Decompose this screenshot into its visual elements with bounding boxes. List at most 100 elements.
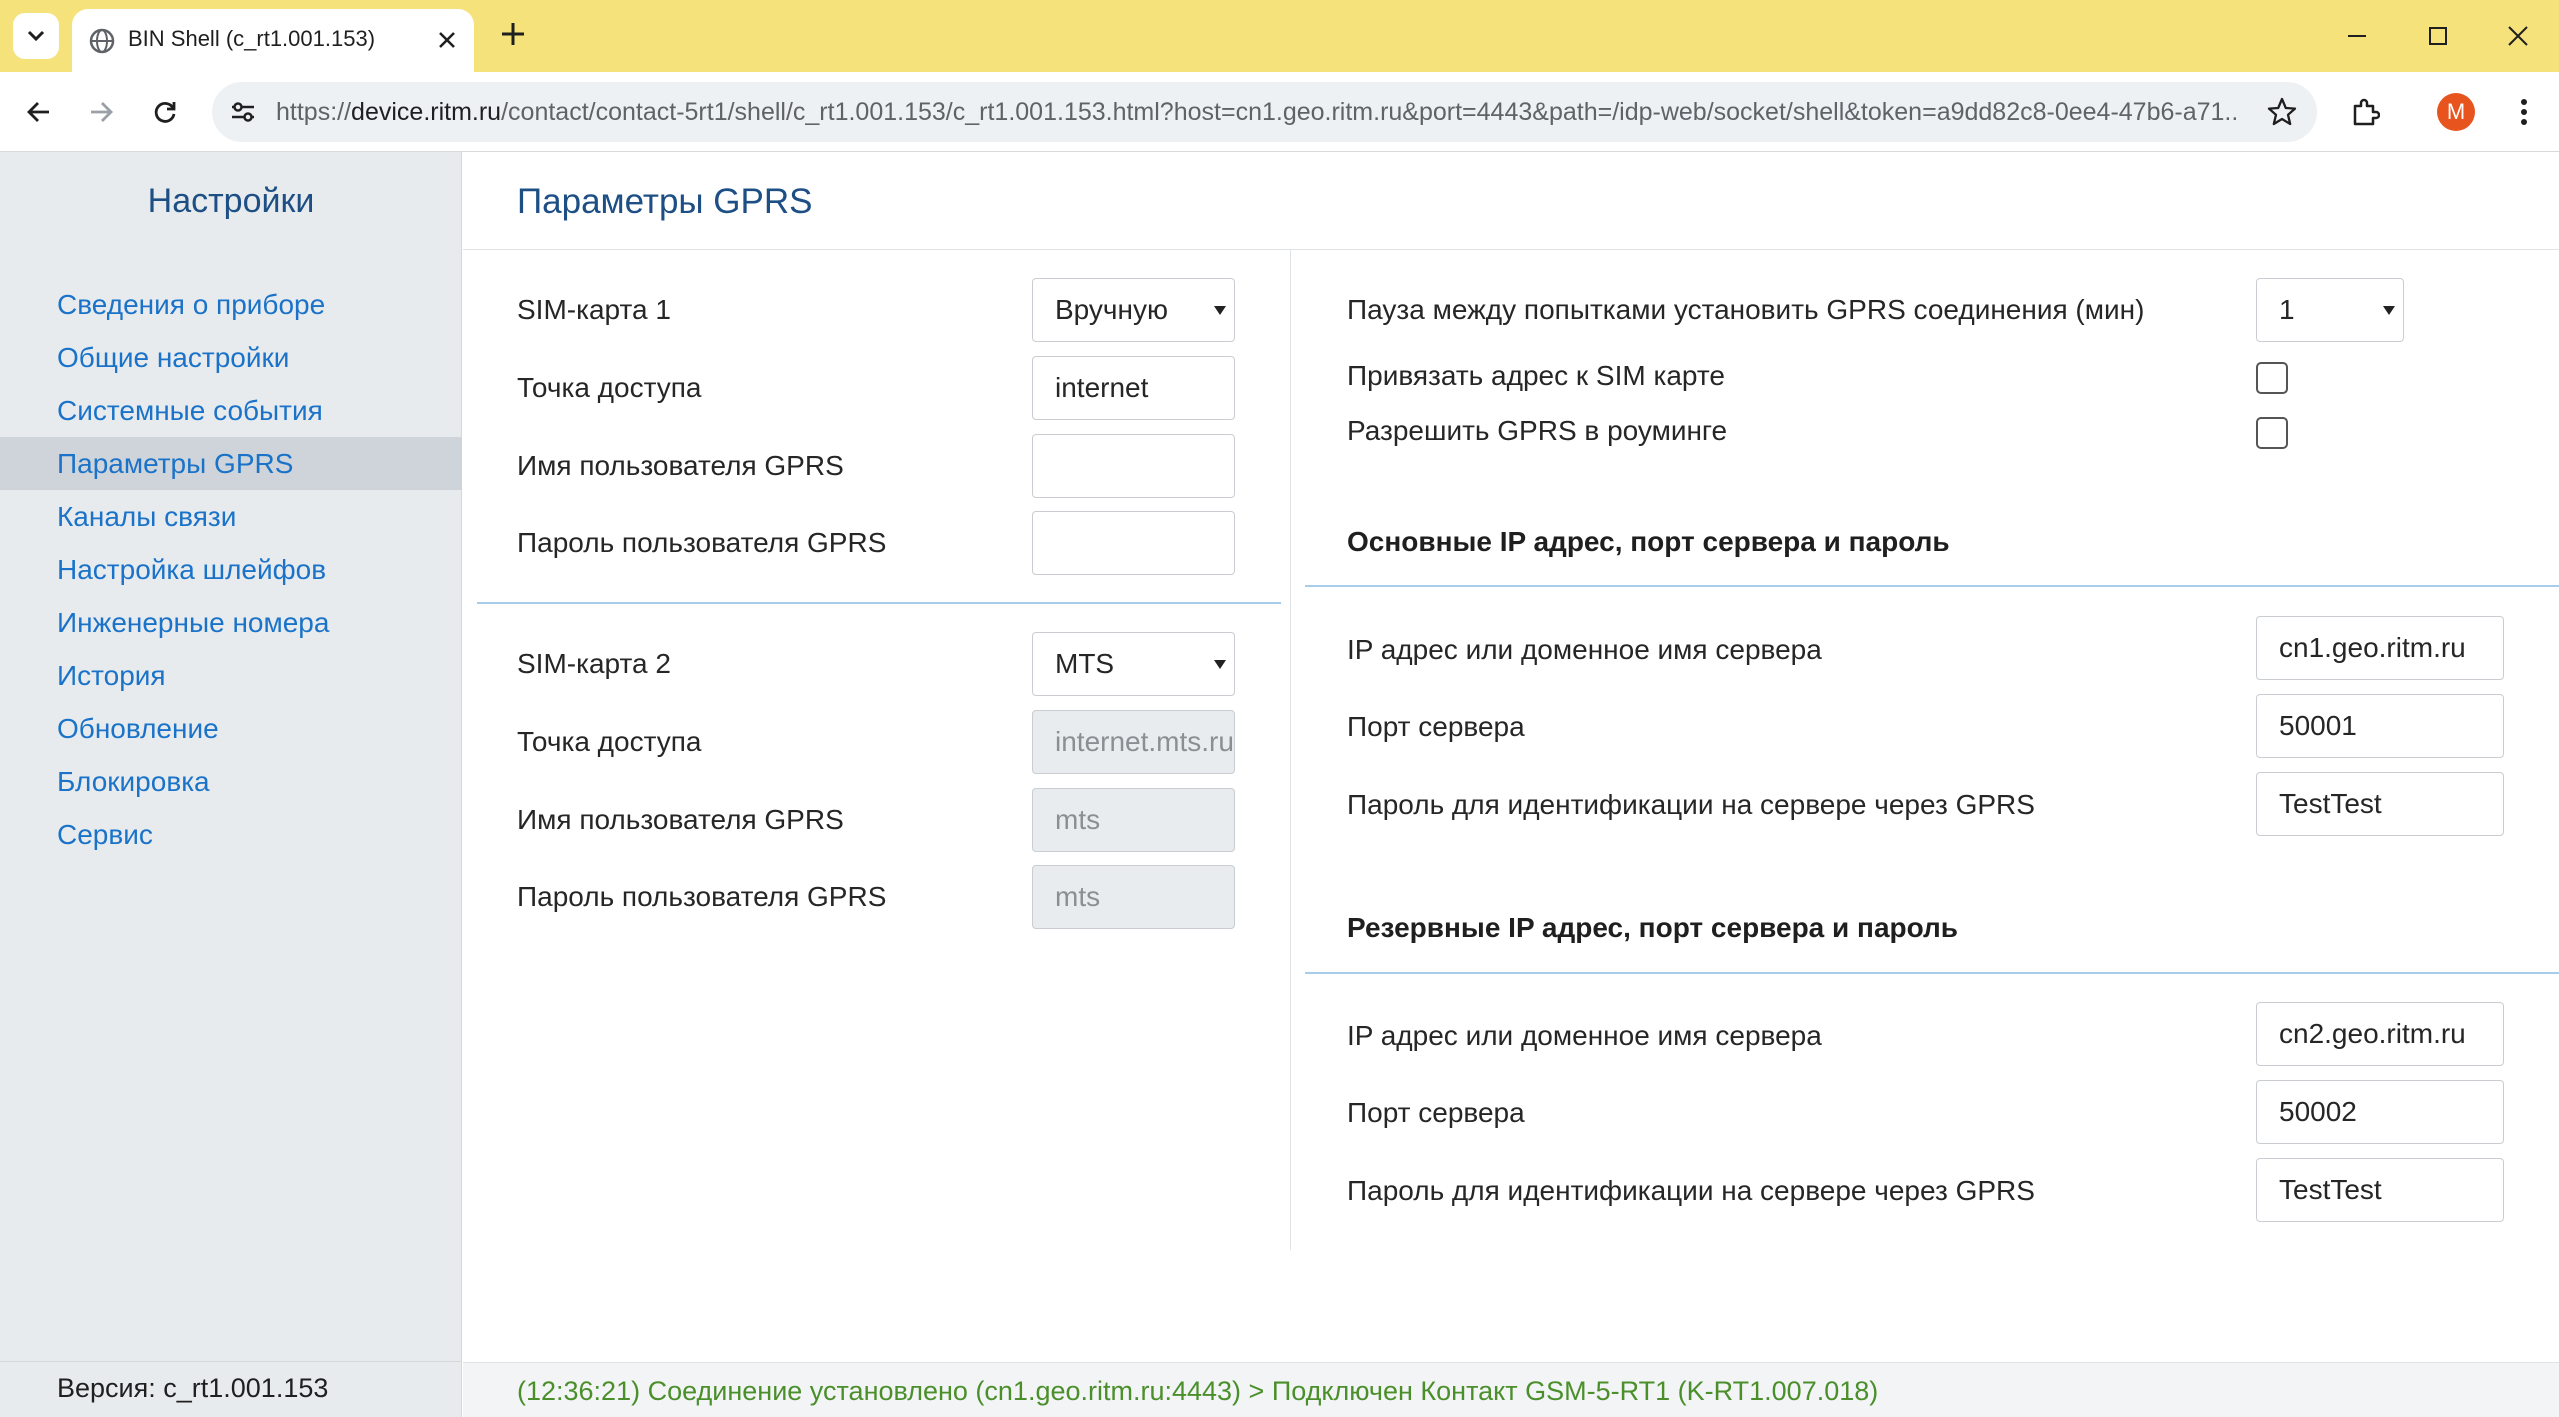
site-info-button[interactable] bbox=[226, 95, 260, 129]
backup-ip-label: IP адрес или доменное имя сервера bbox=[1347, 1020, 1822, 1051]
primary-ip-input[interactable]: cn1.geo.ritm.ru bbox=[2256, 616, 2504, 680]
sidebar-title: Настройки bbox=[147, 182, 315, 220]
roaming-label: Разрешить GPRS в роуминге bbox=[1347, 415, 1728, 446]
primary-server-heading: Основные IP адрес, порт сервера и пароль bbox=[1347, 526, 1950, 557]
sim1-select-value: Вручную bbox=[1055, 294, 1168, 325]
primary-pass-input[interactable]: TestTest bbox=[2256, 772, 2504, 836]
sim1-select[interactable]: Вручную bbox=[1032, 278, 1235, 342]
reload-button[interactable] bbox=[143, 90, 187, 134]
tab-title: BIN Shell (c_rt1.001.153) bbox=[128, 26, 376, 51]
browser-tab[interactable]: BIN Shell (c_rt1.001.153) bbox=[72, 9, 474, 72]
sim2-user-label: Имя пользователя GPRS bbox=[517, 804, 844, 835]
sidebar-divider bbox=[0, 1361, 462, 1362]
sim2-pass-label: Пароль пользователя GPRS bbox=[517, 881, 887, 912]
reload-icon bbox=[154, 102, 176, 123]
profile-avatar[interactable]: M bbox=[2437, 93, 2475, 131]
status-bar: (12:36:21) Соединение установлено (cn1.g… bbox=[463, 1362, 2559, 1417]
bind-sim-label: Привязать адрес к SIM карте bbox=[1347, 360, 1725, 391]
sidebar-item-general[interactable]: Общие настройки bbox=[0, 331, 462, 384]
backup-pass-label: Пароль для идентификации на сервере чере… bbox=[1347, 1175, 2035, 1206]
primary-pass-label: Пароль для идентификации на сервере чере… bbox=[1347, 789, 2035, 820]
backup-port-label: Порт сервера bbox=[1347, 1097, 1525, 1128]
close-window-button[interactable] bbox=[2500, 18, 2536, 54]
sim2-select[interactable]: MTS bbox=[1032, 632, 1235, 696]
arrow-right-icon bbox=[91, 102, 113, 122]
browser-tab-strip: BIN Shell (c_rt1.001.153) bbox=[0, 0, 2559, 72]
extensions-button[interactable] bbox=[2343, 90, 2387, 134]
title-divider bbox=[463, 249, 2559, 250]
sim-divider bbox=[477, 602, 1281, 604]
sim1-user-input[interactable] bbox=[1032, 434, 1235, 498]
more-vertical-icon bbox=[2521, 99, 2527, 125]
url-path: /contact/contact-5rt1/shell/c_rt1.001.15… bbox=[501, 98, 2236, 126]
maximize-button[interactable] bbox=[2420, 18, 2456, 54]
sim2-select-value: MTS bbox=[1055, 648, 1115, 679]
backup-ip-input[interactable]: cn2.geo.ritm.ru bbox=[2256, 1002, 2504, 1066]
browser-toolbar: https://device.ritm.ru/contact/contact-5… bbox=[0, 72, 2559, 152]
close-icon bbox=[2508, 26, 2528, 46]
sidebar-item-service[interactable]: Сервис bbox=[0, 808, 462, 861]
new-tab-plus-icon[interactable] bbox=[497, 18, 529, 50]
caret-down-icon bbox=[2383, 306, 2395, 315]
page-title: Параметры GPRS bbox=[517, 182, 813, 221]
sidebar-item-engineer-numbers[interactable]: Инженерные номера bbox=[0, 596, 462, 649]
sidebar-item-update[interactable]: Обновление bbox=[0, 702, 462, 755]
tab-search-button[interactable] bbox=[13, 13, 59, 59]
address-bar[interactable]: https://device.ritm.ru/contact/contact-5… bbox=[212, 82, 2317, 142]
sim2-label: SIM-карта 2 bbox=[517, 648, 671, 679]
primary-divider bbox=[1305, 585, 2559, 587]
backup-port-input[interactable]: 50002 bbox=[2256, 1080, 2504, 1144]
bookmark-star-icon[interactable] bbox=[2265, 95, 2299, 129]
browser-menu-button[interactable] bbox=[2506, 90, 2542, 134]
sidebar-item-channels[interactable]: Каналы связи bbox=[0, 490, 462, 543]
primary-ip-label: IP адрес или доменное имя сервера bbox=[1347, 634, 1822, 665]
sim2-apn-label: Точка доступа bbox=[517, 726, 702, 757]
sidebar-item-lock[interactable]: Блокировка bbox=[0, 755, 462, 808]
url-text[interactable]: https://device.ritm.ru/contact/contact-5… bbox=[276, 98, 2236, 127]
minimize-icon bbox=[2348, 35, 2366, 37]
backup-pass-input[interactable]: TestTest bbox=[2256, 1158, 2504, 1222]
roaming-checkbox[interactable] bbox=[2256, 417, 2288, 449]
tune-icon bbox=[232, 102, 254, 122]
arrow-left-icon bbox=[27, 102, 49, 122]
maximize-icon bbox=[2429, 27, 2447, 45]
primary-port-label: Порт сервера bbox=[1347, 711, 1525, 742]
minimize-button[interactable] bbox=[2339, 18, 2375, 54]
backup-divider bbox=[1305, 972, 2559, 974]
sim1-apn-input[interactable]: internet bbox=[1032, 356, 1235, 420]
sidebar-item-loops[interactable]: Настройка шлейфов bbox=[0, 543, 462, 596]
caret-down-icon bbox=[1214, 660, 1226, 669]
puzzle-icon bbox=[2353, 98, 2380, 126]
tab-close-button[interactable] bbox=[432, 25, 462, 55]
sim1-user-label: Имя пользователя GPRS bbox=[517, 450, 844, 481]
caret-down-icon bbox=[1214, 306, 1226, 315]
forward-button[interactable] bbox=[79, 90, 123, 134]
globe-icon bbox=[89, 28, 115, 54]
close-icon bbox=[439, 32, 455, 48]
primary-port-input[interactable]: 50001 bbox=[2256, 694, 2504, 758]
url-prefix: https:// bbox=[276, 98, 352, 126]
column-divider bbox=[1290, 250, 1291, 1250]
sidebar-item-gprs[interactable]: Параметры GPRS bbox=[0, 437, 462, 490]
sim2-apn-input[interactable]: internet.mts.ru bbox=[1032, 710, 1235, 774]
sidebar-item-history[interactable]: История bbox=[0, 649, 462, 702]
sim2-pass-input[interactable]: mts bbox=[1032, 865, 1235, 929]
pause-select[interactable]: 1 bbox=[2256, 278, 2404, 342]
url-host: device.ritm.ru bbox=[351, 98, 502, 126]
sim2-user-input[interactable]: mts bbox=[1032, 788, 1235, 852]
sidebar-item-system-events[interactable]: Системные события bbox=[0, 384, 462, 437]
pause-select-value: 1 bbox=[2279, 294, 2295, 325]
sim1-label: SIM-карта 1 bbox=[517, 294, 671, 325]
chevron-down-icon bbox=[27, 30, 45, 42]
sim1-pass-label: Пароль пользователя GPRS bbox=[517, 527, 887, 558]
version-label: Версия: c_rt1.001.153 bbox=[57, 1373, 329, 1403]
backup-server-heading: Резервные IP адрес, порт сервера и парол… bbox=[1347, 912, 1959, 943]
back-button[interactable] bbox=[17, 90, 61, 134]
bind-sim-checkbox[interactable] bbox=[2256, 362, 2288, 394]
pause-label: Пауза между попытками установить GPRS со… bbox=[1347, 294, 2145, 325]
sim1-pass-input[interactable] bbox=[1032, 511, 1235, 575]
connection-status: (12:36:21) Соединение установлено (cn1.g… bbox=[517, 1376, 1879, 1406]
settings-sidebar: Настройки Сведения о приборе Общие настр… bbox=[0, 152, 462, 1417]
sidebar-item-device-info[interactable]: Сведения о приборе bbox=[0, 278, 462, 331]
gprs-settings-panel: Параметры GPRS SIM-карта 1 Вручную Точка… bbox=[463, 152, 2559, 1417]
